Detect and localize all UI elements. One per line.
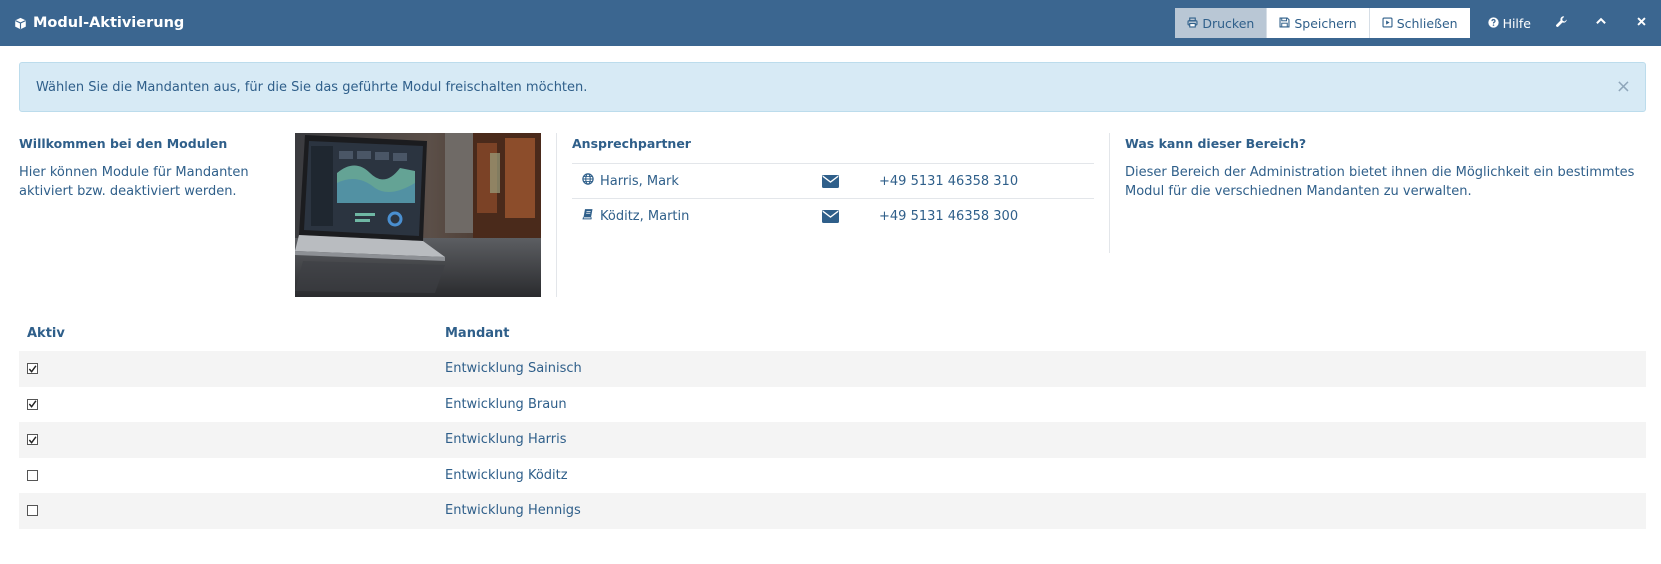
vertical-divider xyxy=(556,133,557,297)
help-button-label: Hilfe xyxy=(1502,15,1531,31)
print-button[interactable]: Drucken xyxy=(1175,8,1268,38)
aktiv-checkbox[interactable] xyxy=(27,434,38,446)
info-alert-text: Wählen Sie die Mandanten aus, für die Si… xyxy=(36,79,588,95)
wrench-icon xyxy=(1555,15,1568,32)
toolbar: Drucken Speichern Schließen Hilfe xyxy=(1175,0,1661,46)
contact-row: Köditz, Martin +49 5131 46358 300 xyxy=(572,198,1094,233)
contact-row: Harris, Mark +49 5131 46358 310 xyxy=(572,163,1094,198)
mandant-name: Entwicklung Braun xyxy=(445,396,567,412)
aktiv-checkbox[interactable] xyxy=(27,469,38,481)
close-icon xyxy=(1636,16,1647,31)
save-icon xyxy=(1279,16,1290,31)
close-window-button[interactable]: Schließen xyxy=(1369,8,1470,38)
info-panel: Willkommen bei den Modulen Hier können M… xyxy=(19,133,1646,297)
table-row: Entwicklung Hennigs xyxy=(19,493,1646,529)
question-circle-icon xyxy=(1487,16,1499,31)
window-title-text: Modul-Aktivierung xyxy=(33,15,185,31)
contact-name-text: Köditz, Martin xyxy=(600,208,690,224)
mandant-name: Entwicklung Hennigs xyxy=(445,503,581,519)
aktiv-checkbox[interactable] xyxy=(27,505,38,517)
toolbar-button-group: Drucken Speichern Schließen xyxy=(1175,8,1470,38)
save-button[interactable]: Speichern xyxy=(1267,8,1370,38)
bereich-section: Was kann dieser Bereich? Dieser Bereich … xyxy=(1125,133,1646,201)
table-row: Entwicklung Köditz xyxy=(19,458,1646,494)
contacts-section: Ansprechpartner Harris, Mark +49 5131 46… xyxy=(572,133,1094,233)
save-button-label: Speichern xyxy=(1294,15,1357,31)
table-row: Entwicklung Sainisch xyxy=(19,351,1646,387)
cube-icon xyxy=(14,17,27,30)
table-row: Entwicklung Braun xyxy=(19,387,1646,423)
info-alert: Wählen Sie die Mandanten aus, für die Si… xyxy=(19,62,1646,112)
table-body: Entwicklung Sainisch Entwicklung Braun E… xyxy=(19,351,1646,529)
globe-icon xyxy=(582,173,594,189)
envelope-icon[interactable] xyxy=(792,174,869,188)
mandant-name: Entwicklung Köditz xyxy=(445,467,568,483)
book-icon xyxy=(582,208,594,224)
contact-phone[interactable]: +49 5131 46358 300 xyxy=(869,209,1018,224)
contact-phone[interactable]: +49 5131 46358 310 xyxy=(869,174,1018,189)
contact-name: Köditz, Martin xyxy=(572,208,792,224)
contacts-title: Ansprechpartner xyxy=(572,136,691,151)
collapse-button[interactable] xyxy=(1581,0,1621,46)
column-header-mandant[interactable]: Mandant xyxy=(445,326,510,341)
alert-close-icon[interactable]: × xyxy=(1616,78,1631,96)
print-icon xyxy=(1187,16,1198,31)
envelope-icon[interactable] xyxy=(792,209,869,223)
welcome-text: Hier können Module für Mandanten aktivie… xyxy=(19,165,249,199)
settings-button[interactable] xyxy=(1541,0,1581,46)
welcome-section: Willkommen bei den Modulen Hier können M… xyxy=(19,133,269,201)
mandant-name: Entwicklung Sainisch xyxy=(445,361,582,377)
table-header: Aktiv Mandant xyxy=(19,315,1646,351)
bereich-text: Dieser Bereich der Administration bietet… xyxy=(1125,165,1635,199)
laptop-photo xyxy=(295,133,541,297)
chevron-up-icon xyxy=(1595,15,1607,31)
aktiv-checkbox[interactable] xyxy=(27,398,38,410)
close-window-button-label: Schließen xyxy=(1396,15,1458,31)
contact-name-text: Harris, Mark xyxy=(600,173,679,189)
column-header-aktiv[interactable]: Aktiv xyxy=(19,326,445,341)
vertical-divider xyxy=(1109,133,1110,253)
mandant-table: Aktiv Mandant Entwicklung Sainisch Entwi… xyxy=(19,315,1646,529)
close-button[interactable] xyxy=(1621,0,1661,46)
window-titlebar: Modul-Aktivierung Drucken Speichern Schl… xyxy=(0,0,1661,46)
table-row: Entwicklung Harris xyxy=(19,422,1646,458)
exit-icon xyxy=(1382,16,1393,31)
print-button-label: Drucken xyxy=(1202,15,1255,31)
contact-name: Harris, Mark xyxy=(572,173,792,189)
aktiv-checkbox[interactable] xyxy=(27,363,38,375)
window-title: Modul-Aktivierung xyxy=(14,15,184,31)
welcome-title: Willkommen bei den Modulen xyxy=(19,136,228,151)
help-button[interactable]: Hilfe xyxy=(1478,0,1541,46)
bereich-title: Was kann dieser Bereich? xyxy=(1125,136,1307,151)
mandant-name: Entwicklung Harris xyxy=(445,432,567,448)
